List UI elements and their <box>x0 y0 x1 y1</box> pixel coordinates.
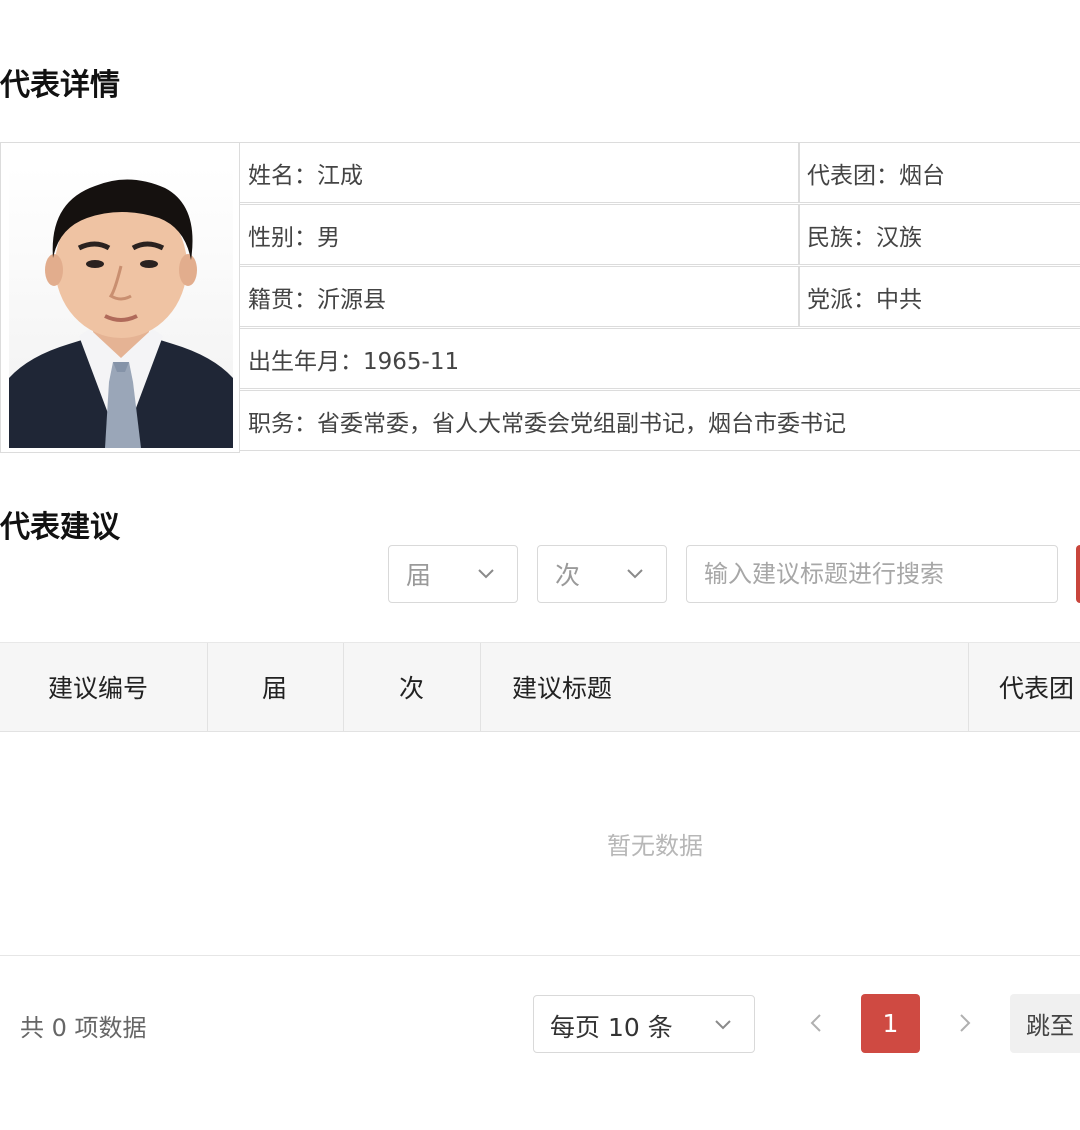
column-divider <box>207 643 208 731</box>
jump-to-label: 跳至 <box>1026 1012 1074 1040</box>
delegation-field: 代表团：烟台 <box>798 142 1080 203</box>
party-field: 党派：中共 <box>798 266 1080 327</box>
table-bottom-divider <box>0 955 1080 956</box>
column-divider <box>968 643 969 731</box>
page-size-label: 每页 10 条 <box>550 1013 673 1042</box>
column-divider <box>343 643 344 731</box>
search-button[interactable] <box>1076 545 1080 603</box>
page-number-current[interactable]: 1 <box>861 994 920 1053</box>
suggestions-table-header: 建议编号 届 次 建议标题 代表团 <box>0 642 1080 732</box>
chevron-down-icon <box>627 569 643 579</box>
column-header-title: 建议标题 <box>512 674 613 703</box>
position-field: 职务：省委常委，省人大常委会党组副书记，烟台市委书记 <box>239 390 1080 451</box>
session-select[interactable]: 届 <box>388 545 518 603</box>
chevron-right-icon[interactable] <box>951 1008 979 1038</box>
ethnicity-field: 民族：汉族 <box>798 204 1080 265</box>
column-header-number: 建议编号 <box>48 674 149 703</box>
session-select-label: 届 <box>406 561 432 590</box>
column-header-meeting: 次 <box>399 674 425 703</box>
suggestion-search-input[interactable] <box>686 545 1058 603</box>
native-place-field: 籍贯：沂源县 <box>239 266 800 327</box>
total-count-text: 共 0 项数据 <box>20 1014 147 1042</box>
empty-state-text: 暂无数据 <box>607 832 703 860</box>
column-header-delegation: 代表团 <box>999 674 1075 703</box>
suggestions-section-title: 代表建议 <box>0 510 120 545</box>
name-field: 姓名：江成 <box>239 142 800 203</box>
birth-field: 出生年月：1965-11 <box>239 328 1080 389</box>
chevron-down-icon <box>715 1020 731 1030</box>
chevron-down-icon <box>478 569 494 579</box>
column-divider <box>480 643 481 731</box>
gender-field: 性别：男 <box>239 204 800 265</box>
detail-section-title: 代表详情 <box>0 68 120 103</box>
column-header-session: 届 <box>262 674 288 703</box>
jump-to-page[interactable]: 跳至 <box>1010 994 1080 1053</box>
page-size-select[interactable]: 每页 10 条 <box>533 995 755 1053</box>
meeting-select[interactable]: 次 <box>537 545 667 603</box>
meeting-select-label: 次 <box>555 561 581 590</box>
chevron-left-icon[interactable] <box>802 1008 830 1038</box>
representative-photo <box>9 166 233 448</box>
